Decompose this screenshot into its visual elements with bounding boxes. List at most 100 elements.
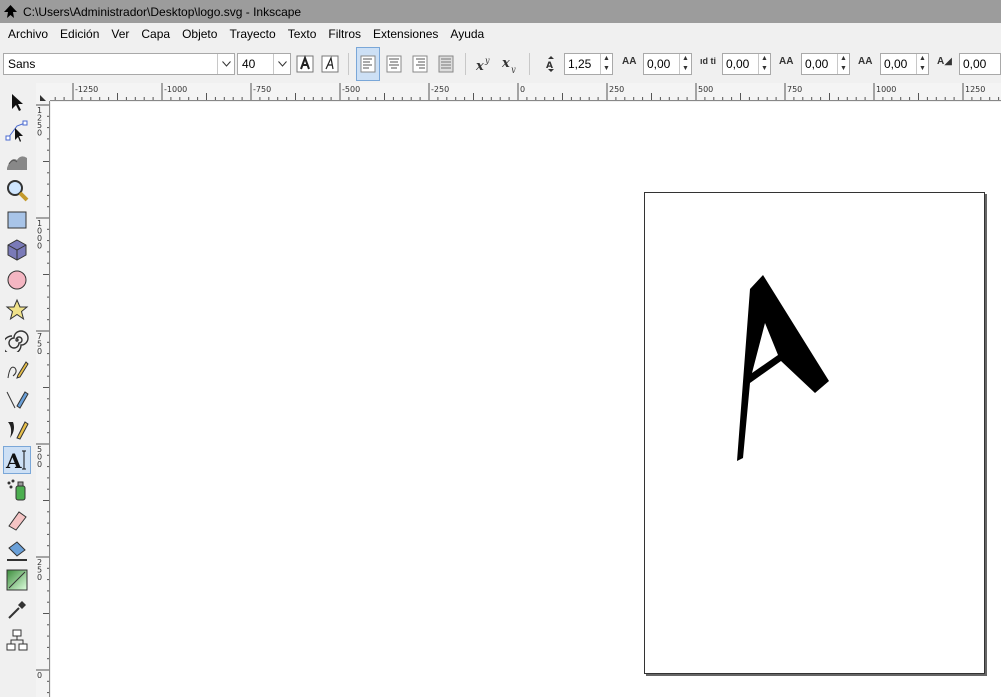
rotation-icon: A◢ (937, 56, 952, 67)
align-left-icon (360, 55, 376, 73)
font-family-value: Sans (8, 57, 36, 71)
vertical-ruler[interactable]: 125010007505002500 (36, 101, 50, 697)
menu-ver[interactable]: Ver (105, 24, 135, 44)
svg-text:A: A (546, 61, 553, 71)
calligraphy-tool[interactable] (3, 416, 31, 444)
superscript-button[interactable]: x y (473, 53, 495, 75)
align-right-icon (412, 55, 428, 73)
spin-arrows-icon[interactable]: ▲ ▼ (600, 54, 612, 74)
align-center-button[interactable] (383, 53, 405, 75)
drawing-canvas[interactable] (51, 102, 1001, 697)
menu-edicion[interactable]: Edición (54, 24, 105, 44)
font-size-combo[interactable]: 40 (237, 53, 291, 75)
ruler-label: -500 (342, 85, 360, 94)
spin-arrows-icon[interactable]: ▲ ▼ (916, 54, 928, 74)
pen-icon (6, 391, 29, 409)
svg-text:A: A (5, 449, 22, 472)
node-tool[interactable] (3, 118, 31, 146)
rectangle-icon (7, 211, 27, 229)
gradient-tool[interactable] (3, 566, 31, 594)
rotation-input[interactable]: 0,00 (959, 53, 1001, 75)
kerning-input[interactable]: 0,00 ▲ ▼ (801, 53, 850, 75)
svg-text:x: x (501, 56, 510, 71)
italic-button[interactable] (319, 53, 341, 75)
gradient-icon (6, 569, 28, 591)
horizontal-ruler[interactable]: -1250 -1000 -750 -500 -250 0 250 500 750 1000 1250 (50, 83, 1001, 101)
menu-trayecto[interactable]: Trayecto (223, 24, 281, 44)
spin-arrows-icon[interactable]: ▲ ▼ (679, 54, 691, 74)
pen-tool[interactable] (3, 386, 31, 414)
ellipse-tool[interactable] (3, 266, 31, 294)
page-boundary (644, 192, 985, 674)
menu-objeto[interactable]: Objeto (176, 24, 223, 44)
justify-button[interactable] (435, 53, 457, 75)
3d-box-tool[interactable] (3, 236, 31, 264)
paint-bucket-tool[interactable] (3, 536, 31, 564)
menu-archivo[interactable]: Archivo (2, 24, 54, 44)
menu-filtros[interactable]: Filtros (322, 24, 367, 44)
ruler-label: 0 (37, 460, 42, 469)
menu-ayuda[interactable]: Ayuda (444, 24, 490, 44)
kerning-value: 0,00 (805, 57, 829, 71)
italic-icon (321, 55, 339, 73)
selector-tool[interactable] (3, 88, 31, 116)
spin-arrows-icon[interactable]: ▲ ▼ (758, 54, 770, 74)
align-left-button[interactable] (356, 47, 380, 81)
chevron-down-icon[interactable] (273, 54, 290, 74)
dropper-tool[interactable] (3, 596, 31, 624)
connector-tool[interactable] (3, 626, 31, 654)
line-spacing-input[interactable]: 1,25 ▲ ▼ (564, 53, 613, 75)
ruler-label: 0 (37, 573, 42, 582)
spray-tool[interactable] (3, 476, 31, 504)
eraser-tool[interactable] (3, 506, 31, 534)
ruler-label: -1000 (164, 85, 187, 94)
star-icon (5, 298, 29, 321)
tweak-tool[interactable] (3, 146, 31, 174)
rectangle-tool[interactable] (3, 206, 31, 234)
menu-texto[interactable]: Texto (282, 24, 323, 44)
align-center-icon (386, 55, 402, 73)
line-spacing-icon: A (545, 56, 557, 75)
subscript-icon: x y (501, 56, 516, 73)
bold-button[interactable] (294, 53, 316, 75)
eraser-icon (8, 511, 27, 531)
pencil-tool[interactable] (3, 356, 31, 384)
ruler-label: 500 (698, 85, 713, 94)
horizontal-ruler-ticks: -1250 -1000 -750 -500 -250 0 250 500 750 1000 1250 (54, 83, 1000, 100)
spiral-tool[interactable] (3, 326, 31, 354)
ruler-label: 0 (520, 85, 525, 94)
title-bar: C:\Users\Administrador\Desktop\logo.svg … (0, 0, 1001, 23)
tweak-icon (7, 156, 27, 170)
text-tool-controls-bar: Sans 40 x y x y A 1,25 ▲ ▼ AA 0,00 ▲ ▼ ı… (0, 45, 1001, 83)
word-spacing-input[interactable]: 0,00 ▲ ▼ (722, 53, 771, 75)
chevron-down-icon[interactable] (217, 54, 234, 74)
word-spacing-value: 0,00 (726, 57, 750, 71)
rotation-value: 0,00 (963, 57, 987, 71)
3d-box-icon (7, 239, 27, 261)
align-right-button[interactable] (409, 53, 431, 75)
dropper-icon (8, 601, 26, 619)
font-family-combo[interactable]: Sans (3, 53, 235, 75)
letter-spacing-value: 0,00 (647, 57, 671, 71)
justify-icon (438, 55, 454, 73)
vertical-shift-input[interactable]: 0,00 ▲ ▼ (880, 53, 929, 75)
zoom-icon (7, 180, 29, 202)
svg-text:x: x (475, 59, 484, 73)
spin-arrows-icon[interactable]: ▲ ▼ (837, 54, 849, 74)
vertical-shift-icon: AA (858, 56, 873, 67)
letter-a-glyph[interactable] (645, 193, 986, 675)
vertical-shift-value: 0,00 (884, 57, 908, 71)
menu-capa[interactable]: Capa (135, 24, 176, 44)
toolbox: A (0, 83, 36, 697)
menu-extensiones[interactable]: Extensiones (367, 24, 444, 44)
spiral-icon (5, 330, 29, 352)
ruler-label: 0 (37, 242, 42, 251)
selector-icon (12, 94, 23, 111)
letter-spacing-input[interactable]: 0,00 ▲ ▼ (643, 53, 692, 75)
star-tool[interactable] (3, 296, 31, 324)
ruler-label: 0 (37, 129, 42, 138)
zoom-tool[interactable] (3, 176, 31, 204)
bold-icon (296, 55, 314, 73)
text-tool[interactable]: A (3, 446, 31, 474)
subscript-button[interactable]: x y (499, 53, 521, 75)
